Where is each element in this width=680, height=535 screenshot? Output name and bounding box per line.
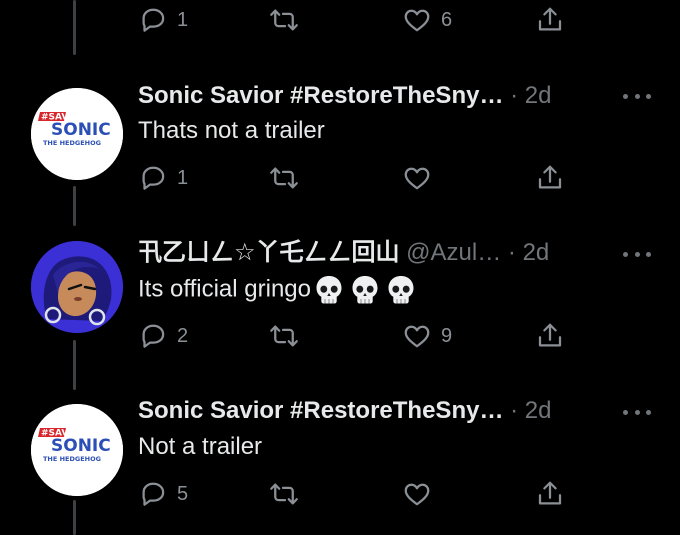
skull-emoji-icon [385, 274, 417, 306]
reply-icon [138, 321, 168, 351]
like-button[interactable]: 6 [402, 5, 452, 35]
like-button[interactable]: 9 [402, 321, 452, 351]
heart-icon [402, 479, 432, 509]
save-sonic-logo-icon: #SAVE SONIC THE HEDGEHOG [31, 88, 123, 180]
share-button[interactable] [535, 162, 565, 194]
share-icon [535, 320, 565, 352]
tweet-header: Sonic Savior #RestoreTheSny… · 2d [138, 396, 551, 426]
skull-emoji-icon [349, 274, 381, 306]
retweet-button[interactable] [268, 5, 309, 35]
thread-line-3 [73, 500, 76, 535]
avatar[interactable]: #SAVE SONIC THE HEDGEHOG [31, 404, 123, 496]
tweet-text: Its official gringo [138, 275, 311, 303]
thread-line-1 [73, 186, 76, 226]
reply-count: 1 [177, 166, 189, 189]
tweet-text-row: Its official gringo [138, 274, 417, 306]
tweet-meta[interactable]: @Azul… · 2d [400, 239, 549, 266]
avatar[interactable] [31, 241, 123, 333]
retweet-icon [268, 479, 300, 509]
share-button[interactable] [535, 478, 565, 510]
reply-button[interactable]: 1 [138, 5, 188, 35]
share-icon [535, 4, 565, 36]
tweet-meta[interactable]: · 2d [503, 397, 551, 424]
retweet-icon [268, 163, 300, 193]
retweet-icon [268, 321, 300, 351]
reply-count: 1 [177, 8, 189, 31]
retweet-button[interactable] [268, 163, 300, 193]
like-count: 6 [441, 8, 453, 31]
share-icon [535, 478, 565, 510]
cartoon-girl-avatar-icon [31, 241, 123, 333]
avatar[interactable]: #SAVE SONIC THE HEDGEHOG [31, 88, 123, 180]
display-name[interactable]: Sonic Savior #RestoreTheSny… [138, 397, 503, 424]
heart-icon [402, 163, 432, 193]
more-options-button[interactable] [623, 89, 651, 103]
tweet-meta[interactable]: · 2d [503, 82, 551, 109]
tweet-header: Sonic Savior #RestoreTheSny… · 2d [138, 81, 551, 111]
display-name[interactable]: 卂乙ㄩㄥ☆丫乇ㄥㄥ回山 [138, 239, 400, 266]
retweet-icon [268, 5, 300, 35]
avatar-hedgehog-text: THE HEDGEHOG [43, 139, 101, 147]
reply-icon [138, 5, 168, 35]
avatar-sonic-text: SONIC [51, 436, 111, 456]
skull-emoji-icon [313, 274, 345, 306]
thread-line-top [73, 0, 76, 55]
like-button[interactable] [402, 163, 432, 193]
tweet-header: 卂乙ㄩㄥ☆丫乇ㄥㄥ回山 @Azul… · 2d [138, 238, 549, 268]
reply-count: 5 [177, 482, 189, 505]
share-button[interactable] [535, 4, 565, 36]
like-count: 9 [441, 324, 453, 347]
thread-line-2 [73, 340, 76, 390]
reply-button[interactable]: 2 [138, 321, 188, 351]
reply-icon [138, 163, 168, 193]
share-button[interactable] [535, 320, 565, 352]
reply-button[interactable]: 5 [138, 479, 188, 509]
heart-icon [402, 5, 432, 35]
reply-count: 2 [177, 324, 189, 347]
retweet-button[interactable] [268, 321, 300, 351]
share-icon [535, 162, 565, 194]
reply-icon [138, 479, 168, 509]
tweet-text: Thats not a trailer [138, 117, 325, 144]
reply-button[interactable]: 1 [138, 163, 188, 193]
more-options-button[interactable] [623, 247, 651, 261]
avatar-hedgehog-text: THE HEDGEHOG [43, 455, 101, 463]
like-button[interactable] [402, 479, 432, 509]
save-sonic-logo-icon: #SAVE SONIC THE HEDGEHOG [31, 404, 123, 496]
display-name[interactable]: Sonic Savior #RestoreTheSny… [138, 82, 503, 109]
avatar-sonic-text: SONIC [51, 120, 111, 140]
heart-icon [402, 321, 432, 351]
retweet-button[interactable] [268, 479, 300, 509]
more-options-button[interactable] [623, 405, 651, 419]
tweet-text: Not a trailer [138, 433, 263, 460]
